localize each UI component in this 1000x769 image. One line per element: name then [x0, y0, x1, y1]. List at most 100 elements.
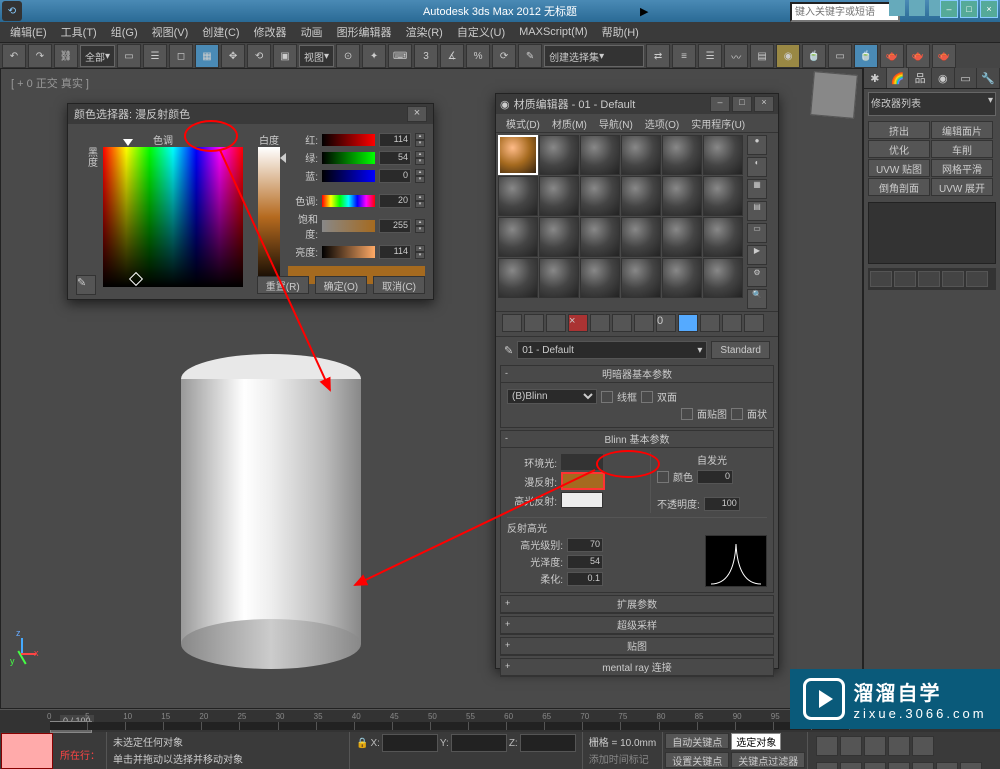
menu-tools[interactable]: 工具(T) — [55, 22, 103, 42]
mirror-icon[interactable]: ⇄ — [646, 44, 670, 68]
rendered-frame-icon[interactable]: ▭ — [828, 44, 852, 68]
cancel-button[interactable]: 取消(C) — [373, 276, 425, 294]
utilities-tab-icon[interactable]: 🔧 — [977, 68, 1000, 88]
y-coord-input[interactable] — [451, 734, 507, 752]
next-frame-icon[interactable] — [888, 736, 910, 756]
material-slot[interactable] — [539, 217, 579, 257]
material-slot[interactable] — [539, 258, 579, 298]
layers-icon[interactable]: ☰ — [698, 44, 722, 68]
menu-edit[interactable]: 编辑(E) — [4, 22, 53, 42]
val-spinner[interactable]: ▴▾ — [415, 245, 425, 259]
time-track[interactable] — [50, 722, 850, 730]
make-unique-icon[interactable] — [612, 314, 632, 332]
material-type-button[interactable]: Standard — [711, 341, 770, 359]
snap-icon[interactable]: 3 — [414, 44, 438, 68]
maximize-vp-icon[interactable] — [960, 762, 982, 769]
show-map-icon[interactable] — [678, 314, 698, 332]
select-icon[interactable]: ▭ — [117, 44, 141, 68]
zoom-icon[interactable] — [816, 762, 838, 769]
hierarchy-tab-icon[interactable]: 品 — [909, 68, 932, 88]
maps-rollup[interactable]: +贴图 — [501, 638, 773, 655]
eyedropper-icon[interactable]: ✎ — [76, 275, 96, 295]
fov-icon[interactable] — [888, 762, 910, 769]
faceted-checkbox[interactable] — [731, 408, 743, 420]
link-icon[interactable]: ⛓ — [54, 44, 78, 68]
viewport-label[interactable]: [ + 0 正交 真实 ] — [11, 75, 89, 91]
undo-icon[interactable]: ↶ — [2, 44, 26, 68]
blue-spinner[interactable]: ▴▾ — [415, 169, 425, 183]
lock-icon[interactable]: 🔒 — [356, 738, 368, 749]
green-spinner[interactable]: ▴▾ — [415, 151, 425, 165]
select-name-icon[interactable]: ☰ — [143, 44, 167, 68]
material-slot[interactable] — [539, 176, 579, 216]
close-button[interactable]: × — [980, 0, 998, 18]
schematic-icon[interactable]: ▤ — [750, 44, 774, 68]
teapot1-icon[interactable]: 🫖 — [880, 44, 904, 68]
pin-stack-icon[interactable] — [870, 271, 892, 287]
x-coord-input[interactable] — [382, 734, 438, 752]
material-slot[interactable] — [580, 135, 620, 175]
uv-tiling-icon[interactable]: ▤ — [747, 201, 767, 221]
filter-dropdown[interactable]: 全部 ▾ — [80, 45, 115, 67]
mat-menu-material[interactable]: 材质(M) — [548, 114, 591, 132]
material-slot[interactable] — [498, 176, 538, 216]
material-slot[interactable] — [580, 217, 620, 257]
menu-maxscript[interactable]: MAXScript(M) — [513, 24, 593, 40]
material-slot[interactable] — [621, 135, 661, 175]
angle-snap-icon[interactable]: ∡ — [440, 44, 464, 68]
modifier-list-dropdown[interactable]: 修改器列表▾ — [868, 92, 996, 116]
create-tab-icon[interactable]: ✱ — [864, 68, 887, 88]
mat-menu-utilities[interactable]: 实用程序(U) — [687, 114, 749, 132]
mat-menu-modes[interactable]: 模式(D) — [502, 114, 544, 132]
menu-views[interactable]: 视图(V) — [146, 22, 195, 42]
video-check-icon[interactable]: ▭ — [747, 223, 767, 243]
material-slot[interactable] — [703, 176, 743, 216]
hue-spinner[interactable]: ▴▾ — [415, 194, 425, 208]
assign-icon[interactable] — [546, 314, 566, 332]
facemap-checkbox[interactable] — [681, 408, 693, 420]
material-slot[interactable] — [662, 217, 702, 257]
zoom-all-icon[interactable] — [840, 762, 862, 769]
goto-end-icon[interactable] — [912, 736, 934, 756]
show-end-result-icon[interactable] — [700, 314, 720, 332]
go-sibling-icon[interactable] — [744, 314, 764, 332]
options-icon[interactable]: ⚙ — [747, 267, 767, 287]
extended-params-rollup[interactable]: +扩展参数 — [501, 596, 773, 613]
goto-start-icon[interactable] — [816, 736, 838, 756]
window-crossing-icon[interactable]: ▦ — [195, 44, 219, 68]
prev-frame-icon[interactable] — [840, 736, 862, 756]
material-slot[interactable] — [662, 258, 702, 298]
get-mat-icon[interactable] — [502, 314, 522, 332]
selected-set-button[interactable]: 选定对象 — [731, 733, 781, 750]
edit-named-icon[interactable]: ✎ — [518, 44, 542, 68]
material-slot[interactable] — [498, 258, 538, 298]
move-icon[interactable]: ✥ — [221, 44, 245, 68]
info-icon[interactable] — [889, 0, 905, 16]
play-icon[interactable] — [864, 736, 886, 756]
display-tab-icon[interactable]: ▭ — [955, 68, 978, 88]
reset-map-icon[interactable]: × — [568, 314, 588, 332]
render-icon[interactable]: 🍵 — [854, 44, 878, 68]
zoom-extents-icon[interactable] — [864, 762, 886, 769]
background-icon[interactable]: ▦ — [747, 179, 767, 199]
material-dialog-header[interactable]: ◉ 材质编辑器 - 01 - Default – □ × — [496, 94, 778, 114]
red-spinner[interactable]: ▴▾ — [415, 133, 425, 147]
material-editor-icon[interactable]: ◉ — [776, 44, 800, 68]
material-slot[interactable] — [621, 176, 661, 216]
curve-editor-icon[interactable]: 〰 — [724, 44, 748, 68]
material-name-dropdown[interactable]: 01 - Default▾ — [517, 341, 707, 359]
config-sets-icon[interactable] — [966, 271, 988, 287]
rotate-icon[interactable]: ⟲ — [247, 44, 271, 68]
script-listener[interactable] — [1, 733, 53, 769]
selfillum-checkbox[interactable] — [657, 471, 669, 483]
modify-tab-icon[interactable]: 🌈 — [887, 68, 910, 88]
mentalray-rollup[interactable]: +mental ray 连接 — [501, 659, 773, 676]
mat-menu-options[interactable]: 选项(O) — [641, 114, 683, 132]
mat-id-icon[interactable]: 0 — [656, 314, 676, 332]
material-slot[interactable] — [539, 135, 579, 175]
teapot2-icon[interactable]: 🫖 — [906, 44, 930, 68]
menu-customize[interactable]: 自定义(U) — [451, 22, 511, 42]
mod-extrude[interactable]: 挤出 — [868, 121, 930, 139]
material-slot[interactable] — [703, 217, 743, 257]
orbit-icon[interactable] — [936, 762, 958, 769]
